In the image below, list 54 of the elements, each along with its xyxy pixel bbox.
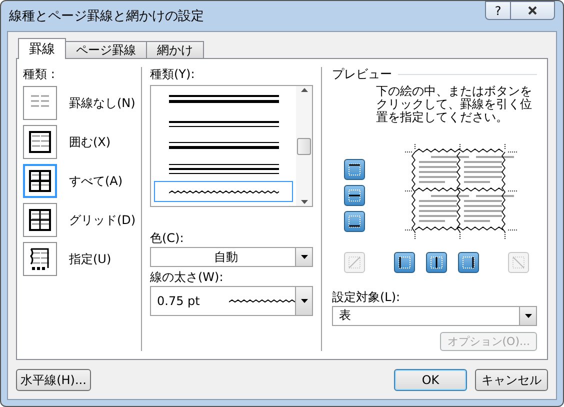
- line-style-option[interactable]: [154, 181, 293, 202]
- line-sample-icon: [229, 298, 295, 304]
- style-label: 種類(Y):: [150, 67, 196, 81]
- border-bottom-icon: [347, 214, 362, 230]
- scrollbar[interactable]: [296, 86, 312, 206]
- setting-option[interactable]: 囲む(X): [23, 125, 141, 159]
- horizontal-line-button[interactable]: 水平線(H)...: [16, 369, 91, 391]
- dropdown-arrow-icon: [300, 299, 308, 303]
- line-style-list[interactable]: [150, 85, 313, 207]
- color-label: 色(C):: [150, 231, 185, 245]
- close-icon: [528, 6, 537, 15]
- scroll-up-icon: [300, 88, 308, 92]
- dropdown-arrow-icon: [300, 255, 308, 259]
- close-button[interactable]: [511, 1, 555, 20]
- box-border-icon: [28, 130, 52, 154]
- setting-option[interactable]: 指定(U): [23, 242, 141, 276]
- all-borders-icon: [28, 169, 52, 193]
- tab[interactable]: 罫線: [18, 38, 66, 59]
- border-button[interactable]: [394, 252, 415, 273]
- border-button[interactable]: [344, 159, 365, 180]
- help-button[interactable]: ?: [485, 1, 511, 20]
- border-top-icon: [347, 162, 362, 178]
- setting-option[interactable]: 罫線なし(N): [23, 86, 141, 120]
- scroll-down-icon: [300, 200, 308, 204]
- width-label: 線の太さ(W):: [150, 270, 224, 284]
- cancel-button[interactable]: キャンセル: [475, 369, 548, 391]
- grid-border-icon: [28, 208, 52, 232]
- tab[interactable]: ページ罫線: [65, 41, 147, 59]
- border-right-icon: [461, 254, 476, 270]
- preview-instructions: 下の絵の中、またはボタンをクリックして、罫線を引く位置を指定してください。: [376, 85, 532, 124]
- border-left-icon: [397, 254, 412, 270]
- width-dropdown[interactable]: 0.75 pt: [150, 286, 313, 316]
- ok-button[interactable]: OK: [394, 369, 467, 391]
- custom-border-icon: [28, 247, 52, 271]
- scroll-thumb[interactable]: [297, 138, 311, 154]
- border-button[interactable]: [344, 185, 365, 206]
- setting-option[interactable]: すべて(A): [23, 164, 141, 198]
- border-button[interactable]: [426, 252, 447, 273]
- apply-to-dropdown[interactable]: 表: [332, 306, 537, 326]
- border-diag-down-icon: [511, 254, 526, 270]
- tab[interactable]: 網かけ: [146, 41, 204, 59]
- border-middle-icon: [347, 188, 362, 204]
- border-button[interactable]: [458, 252, 479, 273]
- setting-label: 種類 :: [23, 67, 56, 81]
- preview-drawing[interactable]: [405, 144, 517, 240]
- color-dropdown[interactable]: 自動: [150, 247, 313, 267]
- border-button[interactable]: [344, 211, 365, 232]
- window-title: 線種とページ罫線と網かけの設定: [9, 8, 204, 25]
- preview-label: プレビュー: [332, 67, 392, 81]
- border-center-icon: [429, 254, 444, 270]
- apply-to-label: 設定対象(L):: [332, 290, 402, 304]
- border-diag-up-icon: [347, 254, 362, 270]
- dropdown-arrow-icon: [524, 314, 532, 318]
- setting-option[interactable]: グリッド(D): [23, 203, 141, 237]
